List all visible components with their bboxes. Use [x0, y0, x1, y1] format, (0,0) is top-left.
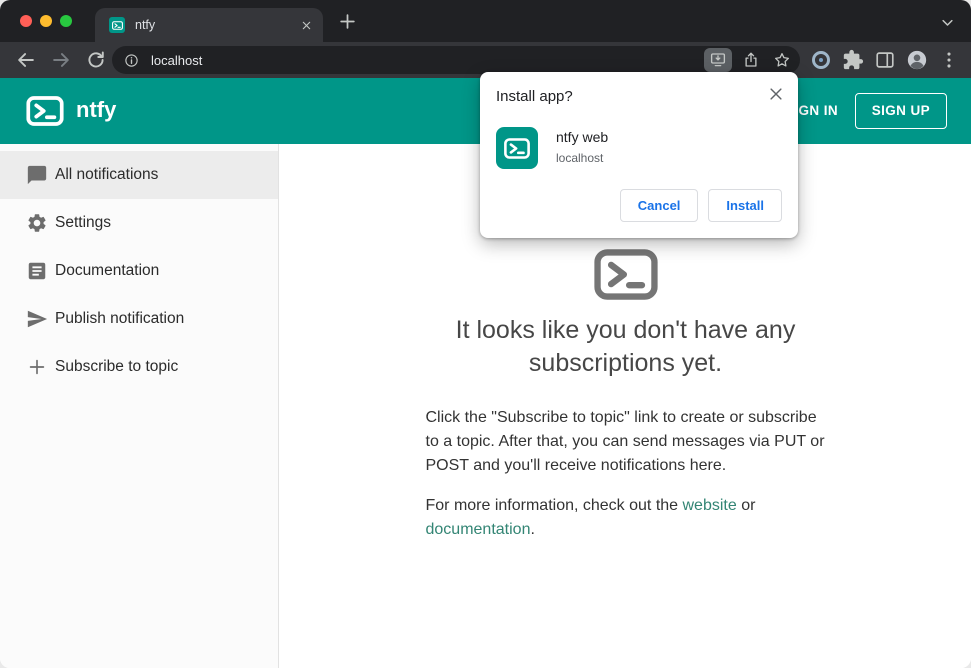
- forward-icon[interactable]: [50, 49, 72, 71]
- extension-icon[interactable]: [809, 48, 833, 72]
- sidebar-item-publish-notification[interactable]: Publish notification: [0, 295, 278, 343]
- send-icon: [26, 308, 48, 330]
- profile-avatar-icon[interactable]: [905, 48, 929, 72]
- tab-strip: ntfy: [0, 0, 971, 42]
- browser-tab[interactable]: ntfy: [95, 8, 323, 42]
- install-dialog-app-row: ntfy web localhost: [496, 127, 782, 169]
- cancel-button[interactable]: Cancel: [619, 189, 699, 222]
- install-dialog-app-meta: ntfy web localhost: [556, 127, 608, 165]
- more-info-text: For more information, check out the: [425, 497, 683, 514]
- browser-menu-kebab-icon[interactable]: [937, 48, 961, 72]
- document-icon: [26, 260, 48, 282]
- more-info-text: .: [530, 521, 535, 538]
- sidebar-item-label: Publish notification: [55, 310, 185, 327]
- plus-icon: [26, 356, 48, 378]
- close-window-button[interactable]: [20, 15, 32, 27]
- install-button[interactable]: Install: [708, 189, 782, 222]
- browser-window: ntfy localhost ntfy SIGN IN SIGN UP All …: [0, 0, 971, 668]
- reload-icon[interactable]: [85, 49, 107, 71]
- ntfy-favicon-icon: [109, 17, 125, 33]
- new-tab-button[interactable]: [338, 12, 357, 31]
- site-info-icon[interactable]: [124, 53, 139, 68]
- website-link[interactable]: website: [683, 497, 737, 514]
- chat-bubble-icon: [26, 164, 48, 186]
- sidebar-item-label: All notifications: [55, 166, 159, 183]
- dialog-close-icon[interactable]: [767, 85, 785, 103]
- tab-close-icon[interactable]: [298, 17, 315, 34]
- empty-state-heading: It looks like you don't have any subscri…: [455, 316, 796, 377]
- empty-state-description: Click the "Subscribe to topic" link to c…: [425, 409, 825, 474]
- tab-title: ntfy: [135, 18, 156, 32]
- install-app-icon[interactable]: [704, 48, 732, 72]
- fullscreen-window-button[interactable]: [60, 15, 72, 27]
- bookmark-star-icon[interactable]: [770, 49, 794, 71]
- install-dialog-app-name: ntfy web: [556, 129, 609, 145]
- ntfy-terminal-icon: [594, 249, 658, 300]
- ntfy-logo-icon: [26, 96, 64, 126]
- install-dialog-actions: Cancel Install: [496, 189, 782, 222]
- sidebar: All notifications Settings Documentation…: [0, 144, 279, 668]
- url-text[interactable]: localhost: [151, 53, 697, 68]
- install-dialog-origin: localhost: [556, 151, 604, 165]
- gear-icon: [26, 212, 48, 234]
- sidebar-item-subscribe-to-topic[interactable]: Subscribe to topic: [0, 343, 278, 391]
- sidebar-item-label: Subscribe to topic: [55, 358, 179, 375]
- window-controls: [20, 15, 72, 27]
- sidebar-item-all-notifications[interactable]: All notifications: [0, 151, 278, 199]
- toolbar-right-icons: [809, 48, 961, 72]
- sidebar-item-documentation[interactable]: Documentation: [0, 247, 278, 295]
- back-icon[interactable]: [15, 49, 37, 71]
- ntfy-app-icon: [496, 127, 538, 169]
- sidebar-item-label: Settings: [55, 214, 112, 231]
- empty-state: It looks like you don't have any subscri…: [406, 249, 846, 542]
- tab-search-chevron-icon[interactable]: [940, 15, 955, 30]
- empty-state-more-info: For more information, check out the webs…: [426, 494, 826, 542]
- sidebar-item-settings[interactable]: Settings: [0, 199, 278, 247]
- sign-up-button[interactable]: SIGN UP: [854, 93, 947, 129]
- side-panel-icon[interactable]: [873, 48, 897, 72]
- extensions-puzzle-icon[interactable]: [841, 48, 865, 72]
- install-dialog-title: Install app?: [496, 88, 573, 105]
- address-bar[interactable]: localhost: [112, 46, 800, 74]
- app-title: ntfy: [76, 97, 117, 122]
- minimize-window-button[interactable]: [40, 15, 52, 27]
- sidebar-item-label: Documentation: [55, 262, 160, 279]
- documentation-link[interactable]: documentation: [426, 521, 531, 538]
- more-info-text: or: [736, 497, 756, 514]
- share-icon[interactable]: [739, 49, 763, 71]
- install-app-dialog: Install app? ntfy web localhost Cancel I…: [480, 72, 798, 238]
